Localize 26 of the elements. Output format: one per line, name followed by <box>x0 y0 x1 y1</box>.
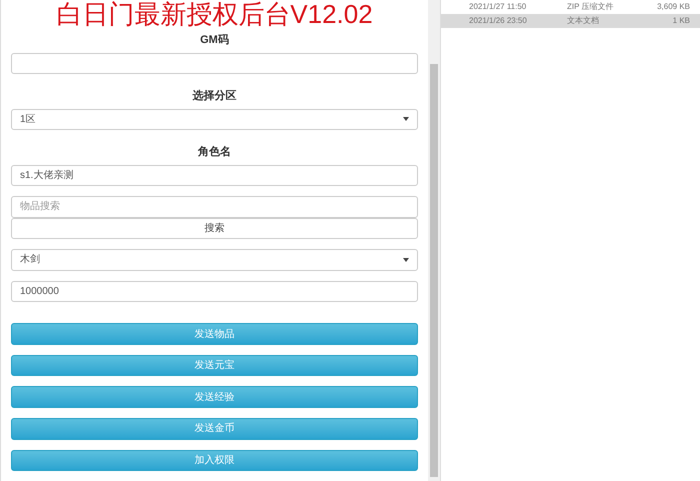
page-title: 白日门最新授权后台V12.02 <box>56 0 373 28</box>
search-button[interactable]: 搜索 <box>11 218 418 240</box>
caret-icon <box>403 258 409 262</box>
input-field[interactable]: 1000000 <box>11 280 418 302</box>
input-field[interactable]: 物品搜索 <box>11 196 418 218</box>
file-type: 文本文档 <box>566 15 600 27</box>
file-type: ZIP 压缩文件 <box>566 1 615 13</box>
action-button[interactable]: 发送物品 <box>11 323 418 345</box>
scrollbar-thumb[interactable] <box>430 64 438 477</box>
action-button[interactable]: 发送金币 <box>11 418 418 440</box>
dropdown[interactable]: 木剑 <box>11 249 418 271</box>
file-date: 2021/1/27 11:50 <box>468 1 528 13</box>
input-field[interactable] <box>11 52 418 74</box>
field-label: 选择分区 <box>192 88 236 104</box>
action-button[interactable]: 加入权限 <box>11 450 418 472</box>
file-size: 1 KB <box>672 15 691 27</box>
caret-icon <box>403 117 409 122</box>
action-button[interactable]: 发送经验 <box>11 386 418 408</box>
dropdown[interactable]: 1区 <box>11 108 418 130</box>
file-date: 2021/1/26 23:50 <box>468 15 528 27</box>
input-field[interactable]: s1.大佬亲测 <box>11 164 418 186</box>
file-size: 3,609 KB <box>656 1 691 13</box>
action-button[interactable]: 发送元宝 <box>11 354 418 376</box>
field-label: GM码 <box>200 33 229 48</box>
file-row[interactable]: 2021/1/26 23:50 文本文档 1 KB <box>441 14 700 28</box>
field-label: 角色名 <box>198 144 231 160</box>
